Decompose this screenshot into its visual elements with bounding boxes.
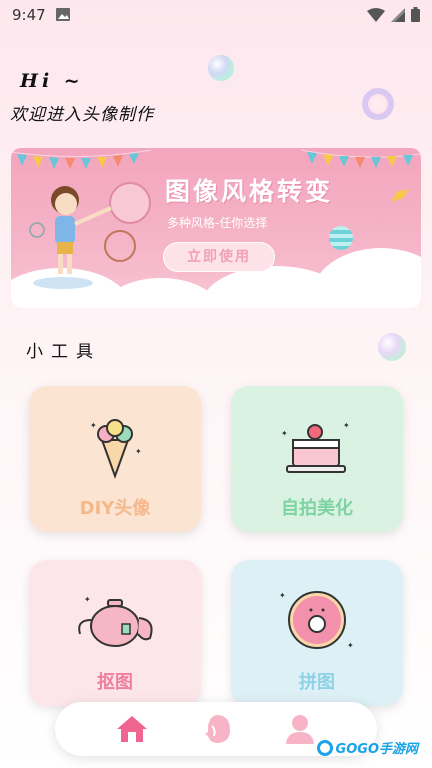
- welcome-text: 欢迎进入头像制作: [10, 105, 154, 125]
- greeting-hi: Hi ~: [20, 70, 84, 92]
- svg-text:✦: ✦: [343, 421, 350, 430]
- profile-icon[interactable]: [283, 712, 317, 746]
- svg-text:✦: ✦: [84, 595, 91, 604]
- banner-title: 图像风格转变: [165, 177, 334, 206]
- donut-icon: ✦ ✦: [279, 591, 354, 650]
- cloud-decoration: [311, 248, 421, 308]
- svg-text:✦: ✦: [135, 447, 142, 456]
- ice-cream-icon: ✦ ✦: [90, 419, 142, 479]
- svg-text:✦: ✦: [347, 641, 354, 650]
- card-label: 抠图: [97, 672, 133, 693]
- candy-icon: [391, 188, 409, 202]
- selfie-beautify-card[interactable]: ✦ ✦ 自拍美化: [231, 386, 403, 532]
- teapot-icon: ✦: [78, 595, 153, 647]
- battery-icon: [411, 7, 420, 22]
- use-now-button[interactable]: 立即使用: [163, 242, 275, 272]
- card-label: 自拍美化: [281, 498, 353, 519]
- watermark-logo-icon: [316, 739, 333, 756]
- svg-text:✦: ✦: [281, 429, 288, 438]
- banner-subtitle: 多种风格-任你选择: [167, 216, 268, 230]
- style-transfer-banner[interactable]: 图像风格转变 多种风格-任你选择 立即使用: [11, 148, 421, 308]
- collage-card[interactable]: ✦ ✦ 拼图: [231, 560, 403, 706]
- card-label: DIY头像: [79, 498, 151, 519]
- decorative-bubble: [378, 333, 406, 361]
- wifi-icon: [367, 7, 385, 22]
- watermark: GOGO手游网: [316, 738, 418, 757]
- svg-text:✦: ✦: [279, 591, 286, 600]
- striped-ball-decoration: [329, 226, 353, 250]
- face-icon[interactable]: [200, 712, 234, 746]
- card-label: 拼图: [299, 672, 335, 693]
- cutout-card[interactable]: ✦ 抠图: [29, 560, 201, 706]
- diy-avatar-card[interactable]: ✦ ✦ DIY头像: [29, 386, 201, 532]
- status-bar: 9:47: [0, 0, 432, 30]
- watermark-text: GOGO手游网: [335, 742, 418, 757]
- tools-section-title: 小工具: [26, 342, 101, 362]
- status-time: 9:47: [12, 6, 46, 24]
- home-icon[interactable]: [115, 712, 149, 746]
- signal-icon: [391, 7, 405, 22]
- decorative-bubble: [208, 55, 234, 81]
- svg-text:✦: ✦: [90, 421, 97, 430]
- status-icons: [367, 7, 420, 22]
- boy-blowing-bubbles-illustration: [29, 182, 151, 289]
- decorative-ring: [362, 88, 394, 120]
- cake-icon: ✦ ✦: [281, 421, 350, 473]
- image-notification-icon: [56, 8, 70, 21]
